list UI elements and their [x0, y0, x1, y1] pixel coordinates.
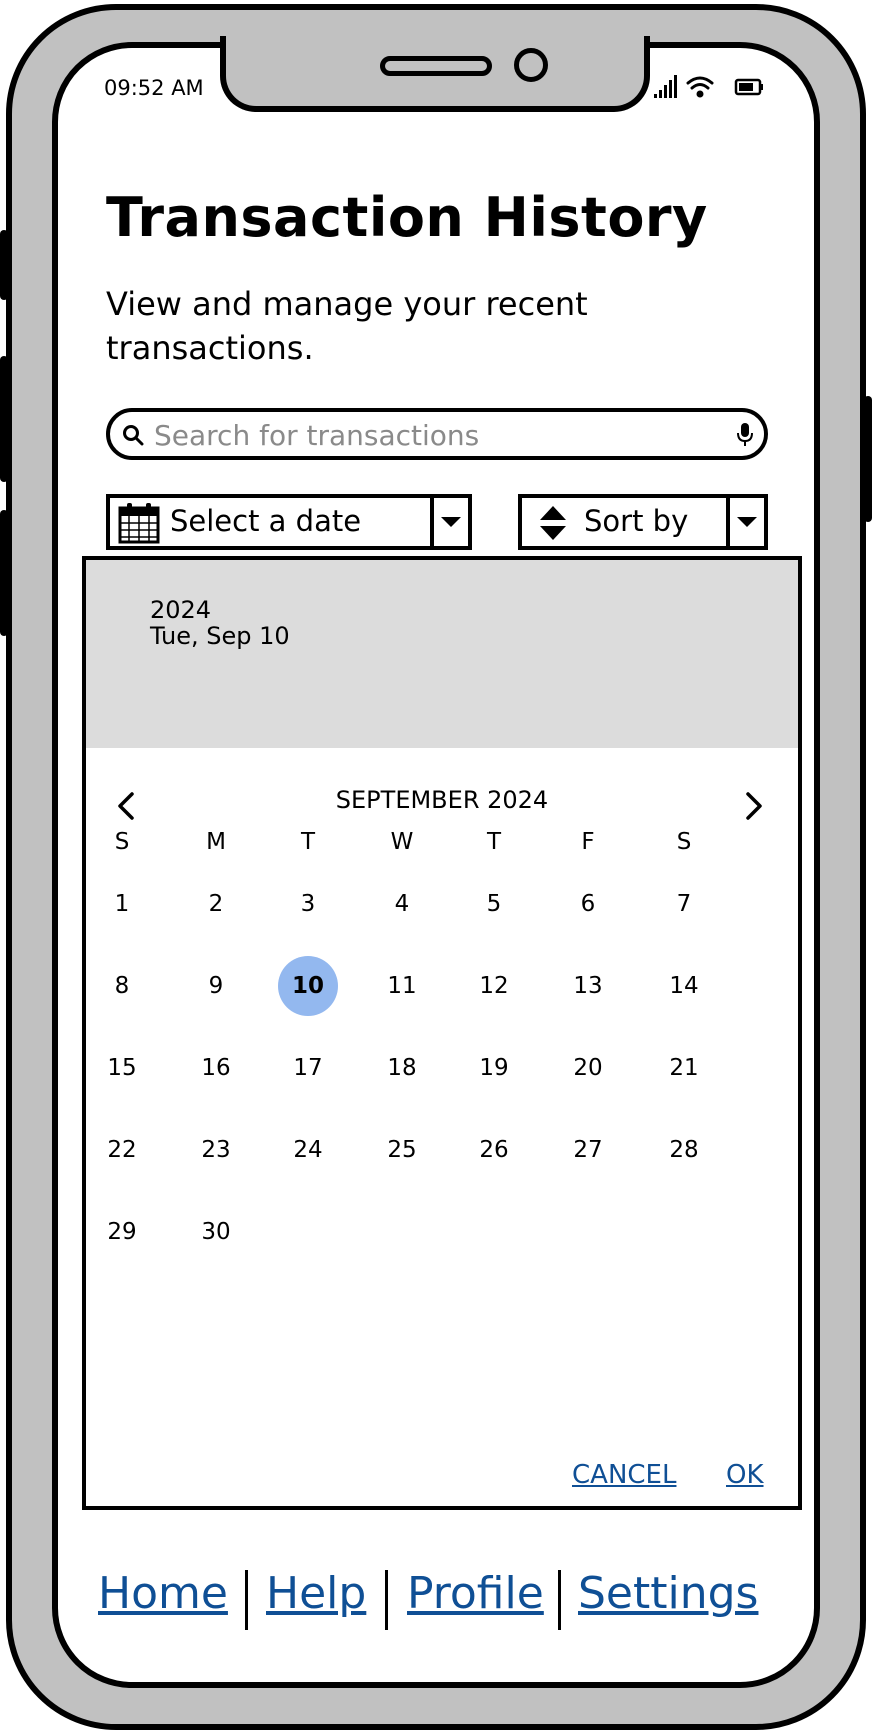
nav-divider	[245, 1570, 248, 1630]
power-button	[864, 396, 872, 522]
calendar-day[interactable]: 15	[92, 1038, 152, 1098]
volume-up-button	[0, 356, 8, 482]
page-subtitle: View and manage your recent transactions…	[106, 285, 588, 367]
speaker-grille	[380, 56, 492, 76]
wifi-icon	[686, 76, 714, 98]
calendar-day[interactable]: 25	[372, 1120, 432, 1180]
weekday-header: T	[486, 829, 502, 855]
calendar-day[interactable]: 16	[186, 1038, 246, 1098]
calendar-day[interactable]: 12	[464, 956, 524, 1016]
calendar-day[interactable]: 20	[558, 1038, 618, 1098]
weekday-header: F	[581, 829, 595, 855]
nav-settings[interactable]: Settings	[578, 1568, 758, 1619]
nav-help[interactable]: Help	[266, 1568, 366, 1619]
bottom-nav: Home Help Profile Settings	[98, 1568, 778, 1632]
calendar-day[interactable]: 11	[372, 956, 432, 1016]
calendar-day[interactable]: 22	[92, 1120, 152, 1180]
calendar-day[interactable]: 13	[558, 956, 618, 1016]
calendar-icon	[118, 502, 160, 548]
signal-icon	[654, 75, 677, 98]
calendar-day[interactable]: 23	[186, 1120, 246, 1180]
weekday-header: S	[676, 829, 692, 855]
calendar-day[interactable]: 2	[186, 874, 246, 934]
calendar-day[interactable]: 18	[372, 1038, 432, 1098]
calendar-day[interactable]: 14	[654, 956, 714, 1016]
weekday-header: T	[300, 829, 316, 855]
calendar-day[interactable]: 30	[186, 1202, 246, 1262]
front-camera	[514, 48, 548, 82]
calendar-day[interactable]: 3	[278, 874, 338, 934]
calendar-day[interactable]: 27	[558, 1120, 618, 1180]
next-month-icon[interactable]	[738, 788, 768, 824]
search-icon	[122, 424, 144, 450]
date-dropdown-label: Select a date	[170, 504, 362, 538]
picker-selected-date: Tue, Sep 10	[150, 622, 290, 650]
calendar-day[interactable]: 7	[654, 874, 714, 934]
calendar-day[interactable]: 24	[278, 1120, 338, 1180]
battery-icon	[734, 78, 763, 96]
calendar-day[interactable]: 19	[464, 1038, 524, 1098]
date-picker-dialog: 2024 Tue, Sep 10 SEPTEMBER 2024 SMTWTFS1…	[82, 556, 802, 1510]
sort-icon	[538, 504, 568, 548]
calendar-day[interactable]: 28	[654, 1120, 714, 1180]
weekday-header: S	[114, 829, 130, 855]
date-dropdown[interactable]: Select a date	[106, 494, 472, 550]
sort-dropdown-label: Sort by	[584, 504, 689, 538]
calendar-day-selected[interactable]: 10	[278, 956, 338, 1016]
volume-down-button	[0, 510, 8, 636]
calendar-day[interactable]: 29	[92, 1202, 152, 1262]
nav-divider	[385, 1570, 388, 1630]
ok-button[interactable]: OK	[726, 1460, 764, 1490]
calendar-day[interactable]: 26	[464, 1120, 524, 1180]
search-bar[interactable]	[106, 408, 768, 460]
microphone-icon[interactable]	[736, 422, 754, 452]
nav-home[interactable]: Home	[98, 1568, 228, 1619]
calendar-day[interactable]: 4	[372, 874, 432, 934]
chevron-down-icon[interactable]	[726, 498, 764, 546]
cancel-button[interactable]: CANCEL	[572, 1460, 676, 1490]
page-title: Transaction History	[106, 186, 708, 249]
calendar-day[interactable]: 5	[464, 874, 524, 934]
status-icons	[650, 74, 766, 100]
calendar-day[interactable]: 17	[278, 1038, 338, 1098]
calendar-day[interactable]: 9	[186, 956, 246, 1016]
month-label: SEPTEMBER 2024	[335, 786, 549, 814]
status-time: 09:52 AM	[104, 76, 204, 100]
search-input[interactable]	[154, 416, 714, 454]
calendar-day[interactable]: 6	[558, 874, 618, 934]
chevron-down-icon[interactable]	[430, 498, 468, 546]
nav-divider	[558, 1570, 561, 1630]
calendar-day[interactable]: 21	[654, 1038, 714, 1098]
weekday-header: M	[206, 829, 226, 855]
picker-year[interactable]: 2024	[150, 596, 211, 624]
nav-profile[interactable]: Profile	[407, 1568, 544, 1619]
sort-dropdown[interactable]: Sort by	[518, 494, 768, 550]
mute-switch	[0, 230, 8, 300]
calendar-day[interactable]: 8	[92, 956, 152, 1016]
weekday-header: W	[390, 829, 414, 855]
calendar-day[interactable]: 1	[92, 874, 152, 934]
date-picker-header: 2024 Tue, Sep 10	[86, 560, 798, 748]
